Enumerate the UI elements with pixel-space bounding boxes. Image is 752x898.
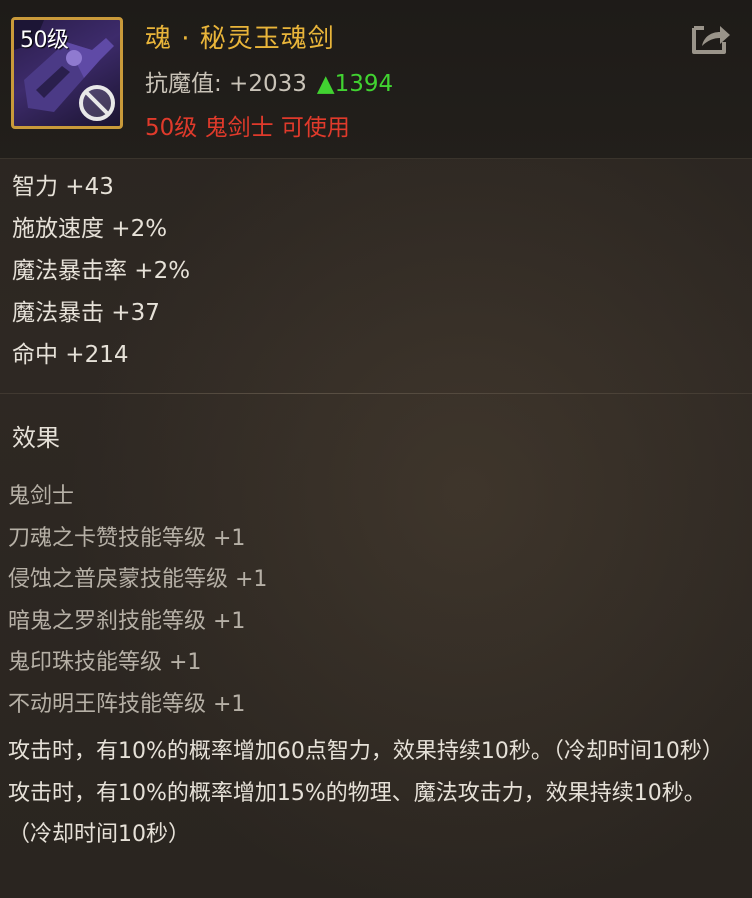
resist-label: 抗魔值: +2033 — [145, 71, 307, 97]
item-name: 魂 · 秘灵玉魂剑 — [145, 24, 335, 54]
effect-skill-line: 暗鬼之罗刹技能等级 +1 — [8, 608, 246, 634]
effect-heading: 效果 — [12, 424, 60, 452]
effect-skill-line: 鬼印珠技能等级 +1 — [8, 650, 202, 675]
stat-item: 命中 +214 — [12, 342, 129, 368]
stat-item: 施放速度 +2% — [12, 216, 168, 242]
tooltip-header: 50级 魂 · 秘灵玉魂剑 抗魔值: +2033 ▲1394 50级 鬼剑士 可使… — [0, 0, 752, 159]
effect-list: 鬼剑士 刀魂之卡赞技能等级 +1 侵蚀之普戾蒙技能等级 +1 暗鬼之罗刹技能等级… — [8, 482, 738, 856]
effect-skill-line: 侵蚀之普戾蒙技能等级 +1 — [8, 567, 268, 592]
stat-item: 魔法暴击 +37 — [12, 300, 160, 326]
effect-description: 攻击时，有10%的概率增加15%的物理、魔法攻击力，效果持续10秒。（冷却时间1… — [8, 780, 706, 848]
level-badge: 50级 — [20, 28, 69, 53]
section-divider — [0, 393, 752, 394]
stat-item: 智力 +43 — [12, 174, 114, 200]
effect-skill-line: 刀魂之卡赞技能等级 +1 — [8, 525, 246, 551]
resist-value: 抗魔值: +2033 ▲1394 — [145, 64, 393, 98]
share-icon[interactable] — [690, 18, 732, 56]
ban-icon — [79, 85, 115, 121]
resist-increase: ▲1394 — [316, 71, 394, 97]
effect-description: 攻击时，有10%的概率增加60点智力，效果持续10秒。（冷却时间10秒） — [8, 739, 724, 764]
stat-item: 魔法暴击率 +2% — [12, 258, 191, 284]
item-icon-frame: 50级 — [11, 17, 123, 129]
usage-requirement: 50级 鬼剑士 可使用 — [145, 115, 350, 141]
stat-list: 智力 +43 施放速度 +2% 魔法暴击率 +2% 魔法暴击 +37 命中 +2… — [12, 172, 190, 382]
effect-class: 鬼剑士 — [8, 484, 75, 509]
effect-skill-line: 不动明王阵技能等级 +1 — [8, 691, 246, 717]
item-tooltip: 50级 魂 · 秘灵玉魂剑 抗魔值: +2033 ▲1394 50级 鬼剑士 可使… — [0, 0, 752, 898]
